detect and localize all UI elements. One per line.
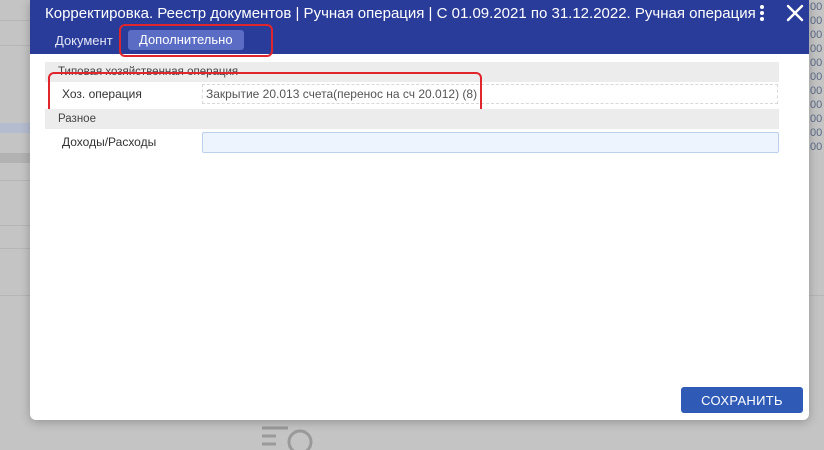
bg-divider xyxy=(0,45,30,46)
bg-row-selected xyxy=(0,123,30,133)
tab-document[interactable]: Документ xyxy=(55,33,113,48)
close-icon[interactable] xyxy=(783,1,807,25)
bg-column-values: 00 00 00 00 00 00 00 00 00 00 00 xyxy=(810,1,823,153)
bg-divider xyxy=(0,248,30,249)
dialog-title: Корректировка. Реестр документов | Ручна… xyxy=(45,5,756,22)
bg-divider xyxy=(0,20,30,21)
section-title: Разное xyxy=(58,113,96,125)
tab-highlight-box xyxy=(119,24,273,57)
dialog-titlebar: Корректировка. Реестр документов | Ручна… xyxy=(30,0,809,57)
income-expense-label: Доходы/Расходы xyxy=(62,135,157,149)
save-button[interactable]: СОХРАНИТЬ xyxy=(681,387,803,413)
section-misc: Разное xyxy=(45,109,779,129)
filter-search-icon xyxy=(262,426,313,450)
bg-row xyxy=(0,153,30,163)
bg-divider xyxy=(0,225,30,226)
more-options-icon[interactable] xyxy=(754,3,770,23)
bg-divider xyxy=(0,180,30,181)
operation-dialog: Корректировка. Реестр документов | Ручна… xyxy=(30,0,809,420)
income-expense-input[interactable] xyxy=(202,132,779,153)
